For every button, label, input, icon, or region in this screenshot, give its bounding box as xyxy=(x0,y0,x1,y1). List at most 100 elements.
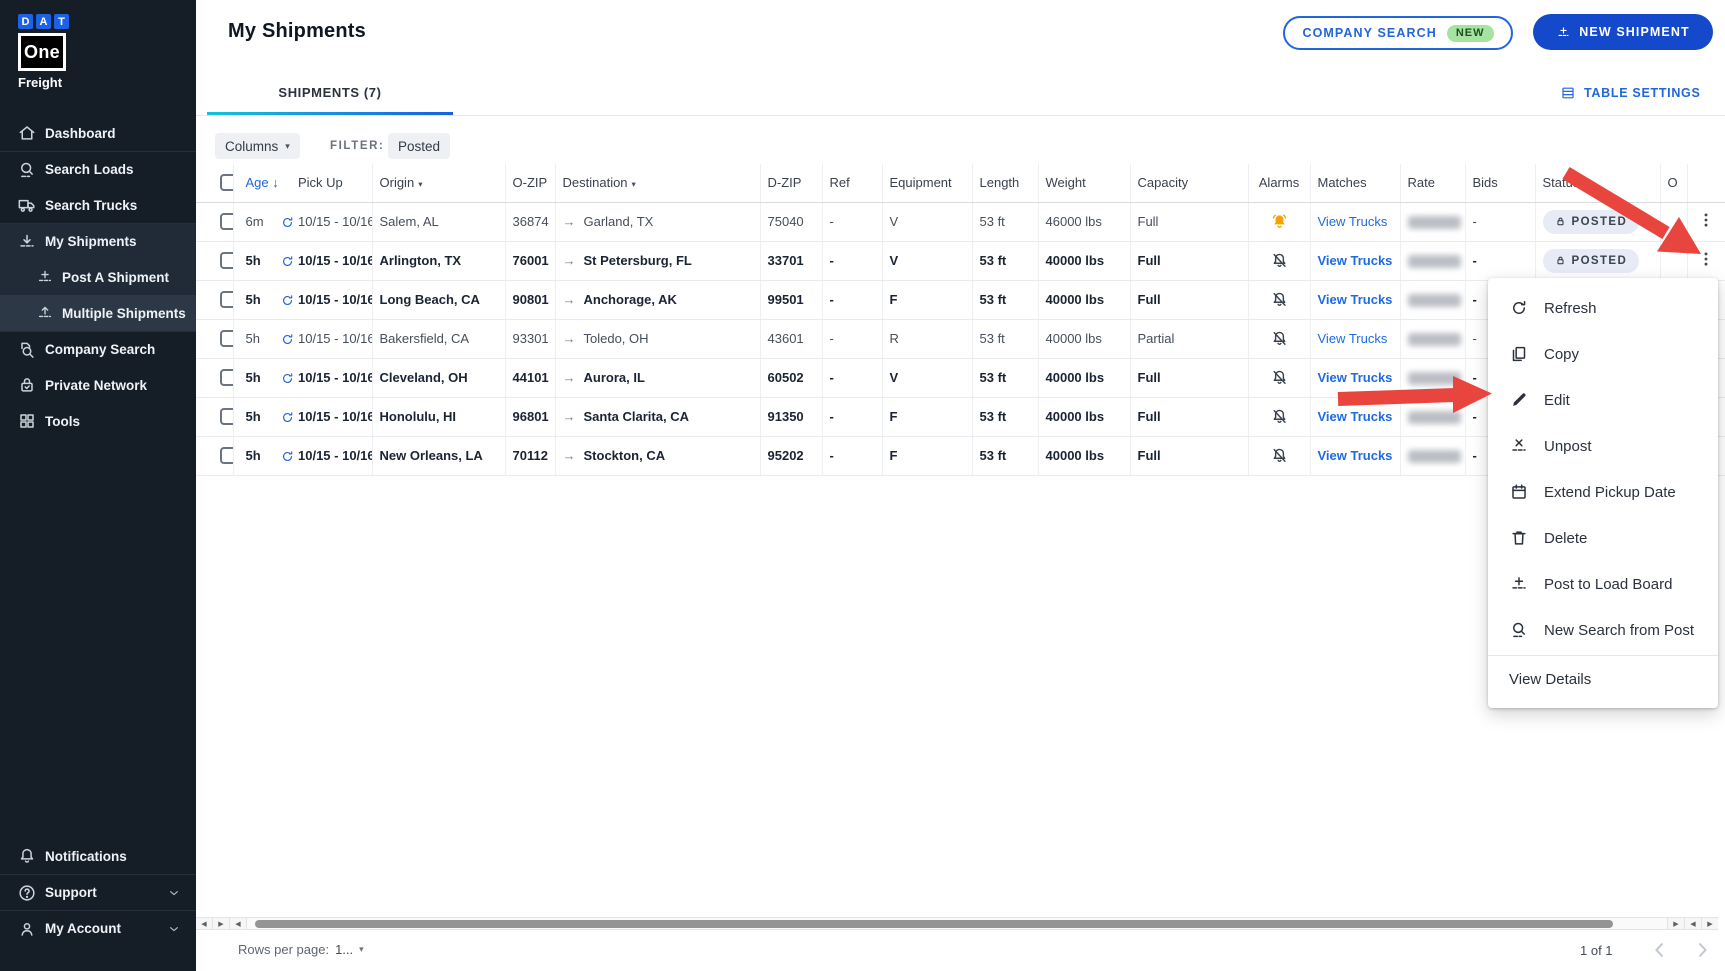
bell-off-icon[interactable] xyxy=(1270,407,1289,426)
previous-page-button[interactable] xyxy=(1648,938,1672,962)
caret-down-icon[interactable]: ▾ xyxy=(359,944,364,955)
sidebar-item-private-network[interactable]: Private Network xyxy=(0,367,196,403)
new-shipment-button[interactable]: NEW SHIPMENT xyxy=(1533,14,1713,50)
view-trucks-link[interactable]: View Trucks xyxy=(1318,370,1393,385)
scroll-right-button[interactable]: ▶ xyxy=(213,918,230,929)
menu-item-post-to-load-board[interactable]: Post to Load Board xyxy=(1488,561,1718,607)
company-search-button[interactable]: COMPANY SEARCH NEW xyxy=(1283,16,1513,50)
scroll-left-button[interactable]: ◀ xyxy=(196,918,213,929)
column-header-rate: Rate xyxy=(1400,164,1465,202)
kebab-menu-icon[interactable] xyxy=(1697,250,1715,268)
status-badge: POSTED xyxy=(1543,249,1640,273)
sidebar-item-search-trucks[interactable]: Search Trucks xyxy=(0,187,196,223)
refresh-icon[interactable] xyxy=(280,254,295,269)
menu-item-new-search-from-post[interactable]: New Search from Post xyxy=(1488,607,1718,653)
column-header-label: Rate xyxy=(1408,175,1435,190)
cell-age: 5h xyxy=(233,397,278,436)
chevron-down-icon[interactable] xyxy=(166,921,182,937)
view-trucks-link[interactable]: View Trucks xyxy=(1318,448,1393,463)
view-trucks-link[interactable]: View Trucks xyxy=(1318,409,1393,424)
sidebar-item-company-search[interactable]: Company Search xyxy=(0,331,196,367)
column-header-check[interactable] xyxy=(196,164,233,202)
cell-equipment: V xyxy=(882,241,972,280)
refresh-icon[interactable] xyxy=(280,293,295,308)
menu-item-delete[interactable]: Delete xyxy=(1488,515,1718,561)
rows-per-page-select[interactable]: 1... xyxy=(335,942,353,957)
row-checkbox[interactable] xyxy=(220,330,233,347)
menu-item-extend-pickup-date[interactable]: Extend Pickup Date xyxy=(1488,469,1718,515)
next-page-button[interactable] xyxy=(1690,938,1714,962)
column-header-ozip: O-ZIP xyxy=(505,164,555,202)
bell-ring-icon[interactable] xyxy=(1270,212,1289,231)
cell-matches: View Trucks xyxy=(1310,358,1400,397)
cell-weight: 40000 lbs xyxy=(1038,280,1130,319)
sidebar-item-my-account[interactable]: My Account xyxy=(0,910,196,946)
cell-capacity: Full xyxy=(1130,280,1248,319)
bell-off-icon[interactable] xyxy=(1270,329,1289,348)
cell-pickup: 10/15 - 10/16 xyxy=(296,280,372,319)
sidebar-item-multiple-shipments[interactable]: Multiple Shipments xyxy=(0,295,196,331)
scrollbar-track[interactable] xyxy=(247,918,1667,929)
calendar-icon xyxy=(1509,482,1529,502)
bell-off-icon[interactable] xyxy=(1270,290,1289,309)
cell-rate xyxy=(1400,436,1465,475)
menu-item-copy[interactable]: Copy xyxy=(1488,331,1718,377)
scrollbar-thumb[interactable] xyxy=(255,920,1613,928)
chevron-down-icon[interactable] xyxy=(166,885,182,901)
sidebar-item-post-a-shipment[interactable]: Post A Shipment xyxy=(0,259,196,295)
arrow-right-icon: → xyxy=(563,370,576,385)
row-checkbox[interactable] xyxy=(220,213,233,230)
column-header-origin[interactable]: Origin▾ xyxy=(372,164,505,202)
table-settings-button[interactable]: TABLE SETTINGS xyxy=(1560,85,1701,101)
menu-item-unpost[interactable]: Unpost xyxy=(1488,423,1718,469)
view-trucks-link[interactable]: View Trucks xyxy=(1318,292,1393,307)
refresh-icon[interactable] xyxy=(280,215,295,230)
refresh-icon[interactable] xyxy=(280,410,295,425)
blurred-rate-value xyxy=(1408,372,1461,385)
scroll-right-button[interactable]: ▶ xyxy=(1667,918,1684,929)
refresh-icon[interactable] xyxy=(280,449,295,464)
sidebar-item-support[interactable]: Support xyxy=(0,874,196,910)
menu-item-view-details[interactable]: View Details xyxy=(1488,656,1718,702)
filter-chip-posted[interactable]: Posted xyxy=(388,133,450,159)
column-header-destination[interactable]: Destination▾ xyxy=(555,164,760,202)
cell-origin: Arlington, TX xyxy=(372,241,505,280)
row-checkbox[interactable] xyxy=(220,252,233,269)
cell-length: 53 ft xyxy=(972,241,1038,280)
cell-refresh xyxy=(278,397,296,436)
row-checkbox[interactable] xyxy=(220,408,233,425)
scroll-right-button[interactable]: ▶ xyxy=(1701,918,1718,929)
bell-off-icon[interactable] xyxy=(1270,251,1289,270)
sidebar-item-tools[interactable]: Tools xyxy=(0,403,196,439)
refresh-icon[interactable] xyxy=(280,371,295,386)
kebab-menu-icon[interactable] xyxy=(1697,211,1715,229)
sidebar-item-search-loads[interactable]: Search Loads xyxy=(0,151,196,187)
cell-destination: →Aurora, IL xyxy=(555,358,760,397)
scroll-left-button[interactable]: ◀ xyxy=(1684,918,1701,929)
cell-destination: →Anchorage, AK xyxy=(555,280,760,319)
sidebar-item-dashboard[interactable]: Dashboard xyxy=(0,115,196,151)
sidebar-item-my-shipments[interactable]: My Shipments xyxy=(0,223,196,259)
view-trucks-link[interactable]: View Trucks xyxy=(1318,253,1393,268)
menu-item-edit[interactable]: Edit xyxy=(1488,377,1718,423)
refresh-icon[interactable] xyxy=(280,332,295,347)
new-shipment-label: NEW SHIPMENT xyxy=(1579,25,1689,39)
view-trucks-link[interactable]: View Trucks xyxy=(1318,214,1388,229)
scroll-left-button[interactable]: ◀ xyxy=(230,918,247,929)
row-checkbox[interactable] xyxy=(220,447,233,464)
lock-check-icon xyxy=(17,375,37,395)
row-checkbox[interactable] xyxy=(220,291,233,308)
arrow-right-icon: → xyxy=(563,331,576,346)
tab-shipments[interactable]: SHIPMENTS (7) xyxy=(207,80,453,115)
row-checkbox[interactable] xyxy=(220,369,233,386)
menu-item-refresh[interactable]: Refresh xyxy=(1488,285,1718,331)
column-header-age[interactable]: Age ↓ xyxy=(233,164,278,202)
view-trucks-link[interactable]: View Trucks xyxy=(1318,331,1388,346)
select-all-checkbox[interactable] xyxy=(220,174,233,191)
columns-dropdown[interactable]: Columns ▾ xyxy=(215,133,300,159)
bell-off-icon[interactable] xyxy=(1270,446,1289,465)
cell-capacity: Full xyxy=(1130,202,1248,241)
sidebar-item-notifications[interactable]: Notifications xyxy=(0,838,196,874)
cell-alarms xyxy=(1248,241,1310,280)
bell-off-icon[interactable] xyxy=(1270,368,1289,387)
